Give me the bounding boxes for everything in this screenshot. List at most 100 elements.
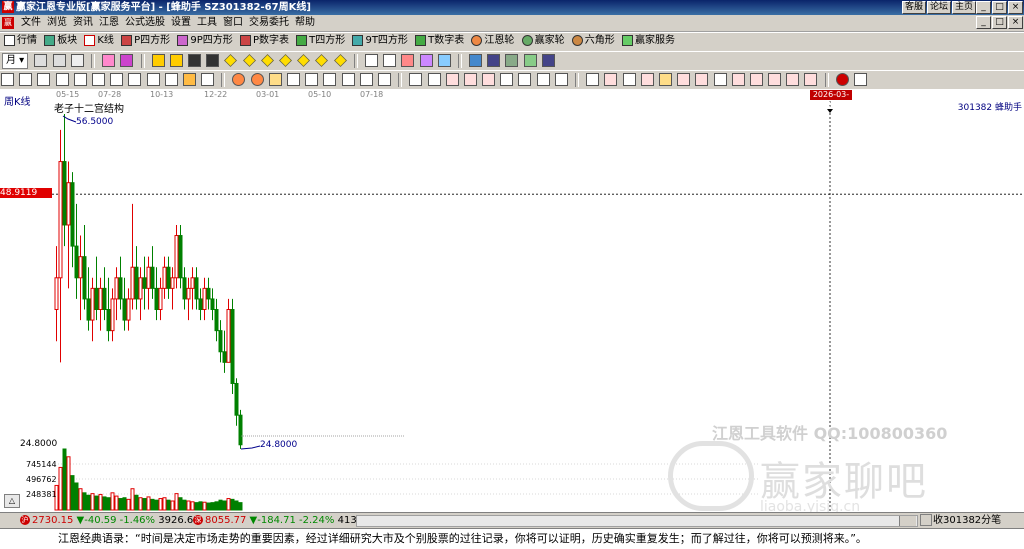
menu-formula-screening[interactable]: 公式选股 xyxy=(122,16,168,30)
9t-square-button[interactable]: 9T四方形 xyxy=(352,33,408,49)
winner-wheel-button[interactable]: 赢家轮 xyxy=(521,33,565,49)
ray-icon[interactable] xyxy=(427,73,441,86)
pencil-icon[interactable] xyxy=(182,73,196,86)
t-square-button[interactable]: T四方形 xyxy=(296,33,345,49)
export-icon[interactable] xyxy=(523,54,537,67)
signal-icon[interactable] xyxy=(419,54,433,67)
mesh-icon[interactable] xyxy=(482,73,496,86)
box-icon[interactable] xyxy=(359,73,373,86)
cycle-icon[interactable] xyxy=(250,73,264,86)
arrow-up-down-icon[interactable] xyxy=(70,54,84,67)
left-arrow-icon[interactable] xyxy=(188,54,202,67)
save-icon[interactable] xyxy=(487,54,501,67)
next-page-icon[interactable] xyxy=(169,54,183,67)
tick-data-label[interactable]: 收301382分笔 xyxy=(920,514,1001,527)
diamond-2-icon[interactable] xyxy=(242,54,256,67)
zones-icon[interactable] xyxy=(804,73,818,86)
hand-icon[interactable] xyxy=(364,54,378,67)
quotes-button[interactable]: 行情 xyxy=(4,33,37,49)
t-table-button[interactable]: T数字表 xyxy=(415,33,464,49)
scale-icon[interactable] xyxy=(604,73,618,86)
forum-link[interactable]: 论坛 xyxy=(926,1,951,14)
gann-fan-icon[interactable] xyxy=(305,73,319,86)
list-icon[interactable] xyxy=(554,73,568,86)
chart-type-icon[interactable] xyxy=(586,73,600,86)
child-minimize-button[interactable]: _ xyxy=(976,16,991,29)
channel-icon[interactable] xyxy=(37,73,51,86)
menu-trading[interactable]: 交易委托 xyxy=(246,16,292,30)
child-close-button[interactable]: × xyxy=(1008,16,1023,29)
flag-tool-icon[interactable] xyxy=(677,73,691,86)
homepage-link[interactable]: 主页 xyxy=(951,1,976,14)
measure-icon[interactable] xyxy=(695,73,709,86)
shenzhen-index-text[interactable]: 8055.77 ▼-184.71 -2.24% 4130.2 xyxy=(205,514,373,527)
fork-tool-icon[interactable] xyxy=(110,73,124,86)
menu-browse[interactable]: 浏览 xyxy=(44,16,70,30)
sectors-button[interactable]: 板块 xyxy=(44,33,77,49)
p-square-button[interactable]: P四方形 xyxy=(121,33,170,49)
screen-icon[interactable] xyxy=(469,54,483,67)
stairs-icon[interactable] xyxy=(731,73,745,86)
color-icon[interactable] xyxy=(835,73,849,86)
diamond-1-icon[interactable] xyxy=(224,54,238,67)
ratio-tool-icon[interactable] xyxy=(201,73,215,86)
fan-icon[interactable] xyxy=(437,54,451,67)
restore-icon[interactable] xyxy=(102,54,116,67)
menu-gann[interactable]: 江恩 xyxy=(96,16,122,30)
zoom-out-icon[interactable] xyxy=(52,54,66,67)
9p-square-button[interactable]: 9P四方形 xyxy=(177,33,233,49)
diamond-5-icon[interactable] xyxy=(297,54,311,67)
speed-line-icon[interactable] xyxy=(323,73,337,86)
diamond-3-icon[interactable] xyxy=(260,54,274,67)
maximize-button[interactable]: □ xyxy=(992,1,1007,14)
grid-tool-icon[interactable] xyxy=(146,73,160,86)
diamond-7-icon[interactable] xyxy=(333,54,347,67)
menu-settings[interactable]: 设置 xyxy=(168,16,194,30)
right-arrow-icon[interactable] xyxy=(206,54,220,67)
up-trend-icon[interactable] xyxy=(713,73,727,86)
first-bar-icon[interactable] xyxy=(151,54,165,67)
multi-line-icon[interactable] xyxy=(749,73,763,86)
polygon-icon[interactable] xyxy=(463,73,477,86)
document-icon[interactable]: 赢 xyxy=(2,17,14,29)
diamond-6-icon[interactable] xyxy=(315,54,329,67)
link-icon[interactable] xyxy=(541,54,555,67)
angle-icon[interactable] xyxy=(500,73,514,86)
chart-area[interactable]: 周K线 老子十二宫结构 56.5000 24.8000 48.9119 2026… xyxy=(0,89,1024,512)
checkbox-icon[interactable] xyxy=(920,514,932,526)
percent-chart-icon[interactable] xyxy=(640,73,654,86)
target-icon[interactable] xyxy=(232,73,246,86)
customer-service-link[interactable]: 客服 xyxy=(901,1,926,14)
wave-tool-icon[interactable] xyxy=(128,73,142,86)
trend-icon[interactable] xyxy=(401,54,415,67)
line-tool-icon[interactable] xyxy=(1,73,14,86)
period-select[interactable]: 月 ▾ xyxy=(2,53,29,69)
gann-wheel-button[interactable]: 江恩轮 xyxy=(471,33,514,49)
infinity-icon[interactable] xyxy=(854,73,867,86)
hexagon-button[interactable]: 六角形 xyxy=(571,33,615,49)
flag-icon[interactable] xyxy=(120,54,134,67)
scrollbar-thumb[interactable] xyxy=(899,516,916,526)
clock-icon[interactable] xyxy=(268,73,282,86)
cross-tool-icon[interactable] xyxy=(164,73,178,86)
menu-help[interactable]: 帮助 xyxy=(292,16,318,30)
print-icon[interactable] xyxy=(505,54,519,67)
crosshair-icon[interactable] xyxy=(383,54,397,67)
menu-window[interactable]: 窗口 xyxy=(220,16,246,30)
split-tool-icon[interactable] xyxy=(73,73,87,86)
percent-icon[interactable] xyxy=(622,73,636,86)
bars-icon[interactable] xyxy=(768,73,782,86)
parallel-lines-icon[interactable] xyxy=(19,73,33,86)
kline-button[interactable]: K线 xyxy=(84,33,114,49)
divider-tool-icon[interactable] xyxy=(377,73,391,86)
fib-icon[interactable] xyxy=(287,73,300,86)
stack-icon[interactable] xyxy=(536,73,550,86)
menu-file[interactable]: 文件 xyxy=(18,16,44,30)
zigzag-icon[interactable] xyxy=(445,73,459,86)
diamond-4-icon[interactable] xyxy=(279,54,292,67)
close-button[interactable]: × xyxy=(1008,1,1023,14)
spiral-icon[interactable] xyxy=(341,73,355,86)
arrow-down-tool-icon[interactable] xyxy=(55,73,69,86)
shanghai-index-text[interactable]: 2730.15 ▼-40.59 -1.46% 3926.61 xyxy=(32,514,200,527)
ladder-icon[interactable] xyxy=(786,73,800,86)
